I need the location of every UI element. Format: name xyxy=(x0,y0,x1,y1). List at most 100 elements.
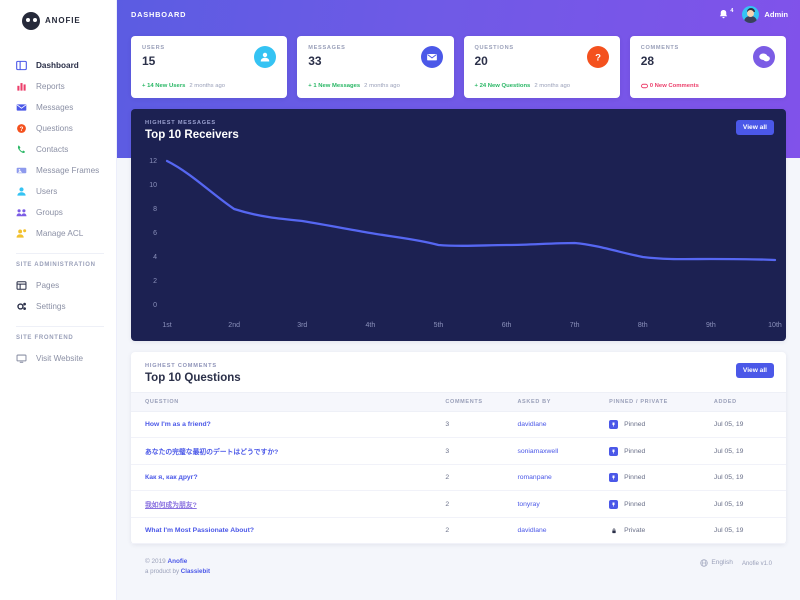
table-row[interactable]: How I'm as a friend? 3 davidlane Pinned … xyxy=(131,411,786,438)
sidebar-item-settings[interactable]: Settings xyxy=(0,296,116,317)
table-row[interactable]: What I'm Most Passionate About? 2 davidl… xyxy=(131,517,786,544)
sidebar-item-users[interactable]: Users xyxy=(0,181,116,202)
owl-logo-icon xyxy=(22,11,40,30)
sidebar-item-label: Pages xyxy=(36,281,60,290)
column-header-asked-by: ASKED BY xyxy=(517,392,610,412)
sidebar-item-label: Message Frames xyxy=(36,166,100,175)
notification-count-badge: 4 xyxy=(730,7,734,14)
sidebar-item-label: Contacts xyxy=(36,145,69,154)
svg-text:8th: 8th xyxy=(638,322,648,329)
asked-by-link[interactable]: davidlane xyxy=(517,421,546,428)
monitor-icon xyxy=(16,354,27,363)
questions-card: HIGHEST COMMENTS Top 10 Questions View a… xyxy=(131,352,786,544)
frame-icon xyxy=(16,167,27,174)
sidebar-section-heading: SITE FRONTEND xyxy=(16,335,74,341)
column-header-added: ADDED xyxy=(713,392,786,412)
stat-time: 2 months ago xyxy=(534,83,571,89)
stat-delta-text: 0 New Comments xyxy=(649,83,699,89)
sidebar-item-pages[interactable]: Pages xyxy=(0,275,116,296)
questions-title: Top 10 Questions xyxy=(145,372,241,384)
sidebar-item-visit-website[interactable]: Visit Website xyxy=(0,348,116,369)
question-link[interactable]: How I'm as a friend? xyxy=(145,421,211,428)
svg-text:7th: 7th xyxy=(570,322,580,329)
product-prefix: a product by xyxy=(145,568,181,575)
asked-by-link[interactable]: soniamaxwell xyxy=(517,448,558,455)
svg-text:0: 0 xyxy=(153,302,157,309)
questions-card-header: HIGHEST COMMENTS Top 10 Questions View a… xyxy=(131,352,786,392)
table-row[interactable]: Как я, как друг? 2 romanpane Pinned Jul … xyxy=(131,464,786,491)
language-selector[interactable]: English xyxy=(700,558,733,567)
pin-icon xyxy=(609,499,619,509)
globe-icon xyxy=(700,558,708,567)
app-version: Anofie v1.0 xyxy=(742,558,772,567)
status-text: Pinned xyxy=(624,500,646,508)
sidebar-item-manage-acl[interactable]: Manage ACL xyxy=(0,223,116,244)
sidebar-item-messages[interactable]: Messages xyxy=(0,97,116,118)
user-menu[interactable]: Admin xyxy=(742,6,788,23)
stat-cards: USERS 15 + 14 New Users 2 months ago MES… xyxy=(131,29,786,98)
sidebar-section-heading: SITE ADMINISTRATION xyxy=(16,262,96,268)
report-icon xyxy=(17,83,26,91)
svg-text:3rd: 3rd xyxy=(297,322,307,329)
copyright-brand: Anofie xyxy=(167,558,188,565)
asked-by-link[interactable]: davidlane xyxy=(517,527,546,534)
svg-text:10: 10 xyxy=(149,182,157,189)
envelope-icon xyxy=(16,104,27,111)
sidebar-item-questions[interactable]: ? Questions xyxy=(0,118,116,139)
stat-delta: 0 New Comments xyxy=(640,83,699,89)
status-badge: Pinned xyxy=(609,446,714,456)
stat-card-messages[interactable]: MESSAGES 33 + 1 New Messages 2 months ag… xyxy=(297,36,454,98)
sidebar-item-groups[interactable]: Groups xyxy=(0,202,116,223)
questions-eyebrow: HIGHEST COMMENTS xyxy=(145,363,217,369)
chart-view-all-button[interactable]: View all xyxy=(735,120,774,135)
asked-by-link[interactable]: tonyray xyxy=(517,501,539,508)
sidebar-item-dashboard[interactable]: Dashboard xyxy=(0,55,116,76)
sidebar-divider xyxy=(16,326,104,327)
svg-text:9th: 9th xyxy=(706,322,716,329)
footer-right: English Anofie v1.0 xyxy=(700,558,772,567)
asked-by-link[interactable]: romanpane xyxy=(517,474,551,481)
page-title: DASHBOARD xyxy=(131,10,187,19)
stat-card-users[interactable]: USERS 15 + 14 New Users 2 months ago xyxy=(131,36,288,98)
sidebar-item-label: Settings xyxy=(36,302,66,311)
comments-count: 3 xyxy=(445,437,518,465)
lock-icon xyxy=(609,526,619,535)
added-date: Jul 05, 19 xyxy=(713,437,786,465)
topbar: DASHBOARD 4 Admin xyxy=(117,0,800,29)
table-row[interactable]: 我如何成为朋友? 2 tonyray Pinned Jul 05, 19 xyxy=(131,490,786,518)
sidebar-item-contacts[interactable]: Contacts xyxy=(0,139,116,160)
question-link[interactable]: 我如何成为朋友? xyxy=(145,502,197,509)
stat-card-comments[interactable]: COMMENTS 28 0 New Comments xyxy=(629,36,786,98)
pin-icon xyxy=(609,420,619,429)
main-area: DASHBOARD 4 Admin USERS 15 + 14 New User… xyxy=(117,0,800,600)
brand[interactable]: ANOFIE xyxy=(0,6,116,35)
sidebar-item-reports[interactable]: Reports xyxy=(0,76,116,97)
notifications-button[interactable]: 4 xyxy=(718,7,734,20)
question-link[interactable]: What I'm Most Passionate About? xyxy=(145,527,254,534)
avatar xyxy=(742,6,760,23)
svg-text:6th: 6th xyxy=(502,322,512,329)
user-key-icon xyxy=(16,229,27,238)
brand-name: ANOFIE xyxy=(45,16,81,25)
product-brand: Classiebit xyxy=(180,568,211,575)
questions-table: QUESTION COMMENTS ASKED BY PINNED / PRIV… xyxy=(131,392,786,544)
sidebar-divider xyxy=(16,253,104,254)
added-date: Jul 05, 19 xyxy=(713,464,786,491)
stat-time: 2 months ago xyxy=(364,83,400,89)
question-link[interactable]: Как я, как друг? xyxy=(145,474,198,481)
sidebar-item-message-frames[interactable]: Message Frames xyxy=(0,160,116,181)
sidebar: ANOFIE Dashboard Reports Messages ? Ques… xyxy=(0,0,117,600)
svg-text:?: ? xyxy=(20,126,24,133)
stat-card-questions[interactable]: QUESTIONS 20 + 24 New Questions 2 months… xyxy=(463,36,620,98)
questions-view-all-button[interactable]: View all xyxy=(735,363,774,378)
svg-text:1st: 1st xyxy=(162,322,171,329)
pin-icon xyxy=(609,446,619,456)
svg-text:4th: 4th xyxy=(365,322,375,329)
question-link[interactable]: あなたの完璧な最初のデートはどうですか? xyxy=(145,449,278,456)
comments-count: 2 xyxy=(445,464,518,491)
user-icon xyxy=(17,187,26,196)
table-row[interactable]: あなたの完璧な最初のデートはどうですか? 3 soniamaxwell Pinn… xyxy=(131,437,786,465)
svg-text:6: 6 xyxy=(153,230,157,237)
copyright-prefix: © 2019 xyxy=(145,558,168,565)
status-text: Pinned xyxy=(624,421,646,428)
